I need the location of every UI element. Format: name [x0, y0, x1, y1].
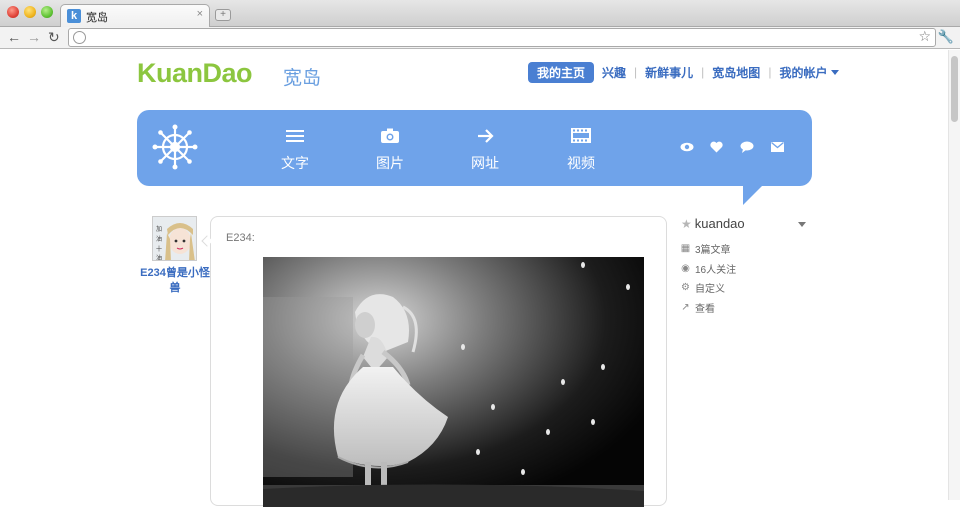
- sidebar-item-followers[interactable]: ◉ 16人关注: [680, 261, 736, 276]
- sidebar-item-customize[interactable]: ⚙ 自定义: [680, 280, 725, 295]
- nav-separator: |: [634, 65, 638, 79]
- comment-icon[interactable]: [740, 141, 754, 156]
- sidebar-username-text: kuandao: [694, 216, 745, 231]
- reload-icon[interactable]: ↻: [48, 29, 60, 46]
- post-header: E234:: [226, 232, 255, 244]
- bookmark-star-icon[interactable]: ☆: [918, 28, 931, 45]
- nav-my-account[interactable]: 我的帐户: [779, 64, 827, 81]
- eye-icon[interactable]: [680, 141, 694, 155]
- post-photo-button[interactable]: 图片: [360, 128, 420, 173]
- sidebar-item-label: 自定义: [695, 284, 725, 295]
- document-icon: ▦: [680, 243, 691, 254]
- star-icon: ★: [681, 217, 692, 231]
- post-type-bar: 文字 图片 网址 视频: [137, 110, 812, 186]
- site-logo[interactable]: KuanDao: [137, 58, 253, 89]
- scrollbar-thumb[interactable]: [951, 56, 958, 122]
- wrench-menu-icon[interactable]: 🔧: [938, 29, 954, 45]
- forward-arrow-icon[interactable]: →: [27, 29, 41, 45]
- nav-whats-new[interactable]: 新鲜事儿: [645, 64, 693, 81]
- post-video-button[interactable]: 视频: [551, 128, 611, 173]
- menu-lines-icon: [265, 128, 325, 148]
- tab-title: 宽岛: [86, 12, 108, 24]
- nav-separator: |: [701, 65, 705, 79]
- post-photo[interactable]: [263, 257, 644, 507]
- browser-tab[interactable]: k 宽岛 ×: [60, 4, 210, 27]
- chevron-down-icon[interactable]: [831, 69, 840, 75]
- sidebar-item-posts[interactable]: ▦ 3篇文章: [680, 241, 731, 256]
- scrollbar[interactable]: [948, 50, 960, 500]
- avatar[interactable]: 加 油 十 油: [152, 216, 197, 261]
- favicon-icon: k: [67, 9, 81, 23]
- new-tab-button[interactable]: +: [215, 9, 231, 21]
- top-navigation: 我的主页 兴趣 | 新鲜事儿 | 宽岛地图 | 我的帐户: [528, 61, 840, 83]
- post-type-label: 网址: [471, 155, 499, 171]
- post-card: E234:: [210, 216, 667, 507]
- svg-text:加: 加: [156, 225, 162, 233]
- sidebar-item-label: 16人关注: [695, 265, 737, 276]
- camera-icon: [360, 128, 420, 148]
- external-link-icon: ↗: [681, 302, 690, 313]
- post-type-label: 文字: [281, 155, 309, 171]
- bubble-tail: [743, 185, 763, 205]
- minimize-window-button[interactable]: [24, 6, 36, 18]
- film-icon: [551, 128, 611, 148]
- arrow-right-icon: [455, 128, 515, 148]
- nav-my-home[interactable]: 我的主页: [528, 61, 595, 83]
- browser-toolbar: ← → ↻ ☆ 🔧: [0, 27, 960, 49]
- nav-interests[interactable]: 兴趣: [602, 64, 626, 81]
- post-type-label: 视频: [567, 155, 595, 171]
- back-arrow-icon[interactable]: ←: [7, 29, 21, 45]
- eye-icon: ◉: [681, 263, 690, 274]
- mail-icon[interactable]: [771, 141, 784, 155]
- sidebar-username[interactable]: ★ kuandao: [681, 216, 745, 231]
- nav-separator: |: [768, 65, 772, 79]
- ship-wheel-icon[interactable]: [152, 124, 198, 170]
- close-window-button[interactable]: [7, 6, 19, 18]
- chevron-down-icon[interactable]: [798, 222, 806, 227]
- post-type-label: 图片: [376, 155, 404, 171]
- nav-map[interactable]: 宽岛地图: [712, 64, 760, 81]
- gear-icon: ⚙: [681, 282, 690, 293]
- post-author-name[interactable]: E234曾是小怪兽: [140, 266, 210, 296]
- tab-close-icon[interactable]: ×: [197, 8, 203, 20]
- svg-text:油: 油: [156, 235, 162, 243]
- globe-icon: [73, 31, 86, 44]
- sidebar-item-label: 查看: [695, 304, 715, 315]
- window-titlebar: k 宽岛 × +: [0, 0, 960, 27]
- site-logo-cn[interactable]: 宽岛: [283, 63, 321, 90]
- sidebar-item-label: 3篇文章: [695, 245, 731, 256]
- svg-text:十: 十: [156, 245, 162, 253]
- post-text-button[interactable]: 文字: [265, 128, 325, 173]
- sidebar-item-view[interactable]: ↗ 查看: [680, 300, 715, 315]
- address-bar[interactable]: ☆: [68, 28, 936, 47]
- post-link-button[interactable]: 网址: [455, 128, 515, 173]
- heart-icon[interactable]: [710, 141, 723, 156]
- maximize-window-button[interactable]: [41, 6, 53, 18]
- svg-text:油: 油: [156, 254, 162, 261]
